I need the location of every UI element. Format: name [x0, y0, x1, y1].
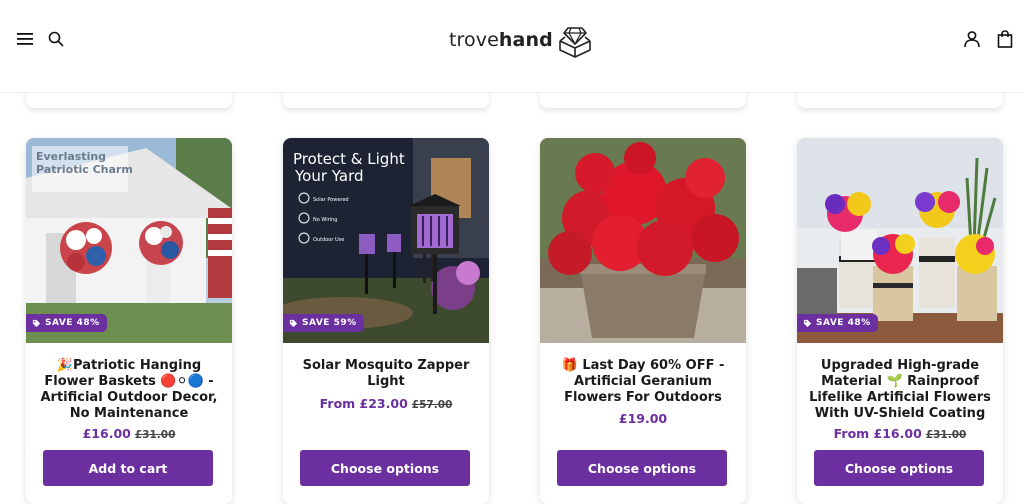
image-overlay-heading: Protect & Light — [293, 150, 405, 168]
product-price: From £16.00 £31.00 — [833, 426, 967, 441]
feature-label: Outdoor Use — [313, 237, 344, 243]
badge-label: SAVE 59% — [302, 318, 357, 328]
product-price: £19.00 — [618, 411, 668, 426]
tag-icon — [32, 319, 41, 327]
product-title[interactable]: 🎁 Last Day 60% OFF - Artificial Geranium… — [550, 358, 736, 406]
discount-badge: SAVE 59% — [283, 314, 364, 332]
image-overlay-heading: Everlasting — [36, 150, 106, 163]
menu-icon[interactable] — [14, 28, 36, 50]
product-card[interactable]: Protect & Light Your Yard Solar Powered … — [283, 138, 489, 504]
choose-options-button[interactable]: Choose options — [557, 450, 727, 486]
product-card[interactable]: Everlasting Patriotic Charm SAVE 48% 🎉Pa… — [26, 138, 232, 504]
image-overlay-heading: Patriotic Charm — [36, 163, 133, 176]
feature-label: No Wiring — [313, 217, 337, 223]
product-card[interactable]: SAVE 48% Upgraded High-grade Material 🌱 … — [797, 138, 1003, 504]
product-card[interactable]: 🎁 Last Day 60% OFF - Artificial Geranium… — [540, 138, 746, 504]
discount-badge: SAVE 48% — [26, 314, 107, 332]
site-header: trovehand — [0, 0, 1024, 93]
diamond-box-icon — [558, 27, 591, 58]
badge-label: SAVE 48% — [45, 318, 100, 328]
choose-options-button[interactable]: Choose options — [814, 450, 984, 486]
logo-text: trovehand — [449, 29, 553, 51]
badge-label: SAVE 48% — [816, 318, 871, 328]
site-logo[interactable]: trovehand — [449, 20, 593, 60]
product-title[interactable]: 🎉Patriotic Hanging Flower Baskets 🔴⚪🔵 - … — [36, 358, 222, 422]
product-image[interactable]: Protect & Light Your Yard Solar Powered … — [283, 138, 489, 343]
search-icon[interactable] — [45, 28, 67, 50]
product-title[interactable]: Solar Mosquito Zapper Light — [293, 358, 479, 390]
image-overlay-heading: Your Yard — [294, 167, 364, 185]
add-to-cart-button[interactable]: Add to cart — [43, 450, 213, 486]
choose-options-button[interactable]: Choose options — [300, 450, 470, 486]
product-price: From £23.00 £57.00 — [319, 396, 453, 411]
tag-icon — [289, 319, 298, 327]
tag-icon — [803, 319, 812, 327]
account-icon[interactable] — [961, 28, 983, 50]
discount-badge: SAVE 48% — [797, 314, 878, 332]
shopping-bag-icon[interactable] — [994, 28, 1016, 50]
product-image[interactable]: Everlasting Patriotic Charm — [26, 138, 232, 343]
feature-label: Solar Powered — [313, 197, 349, 203]
product-title[interactable]: Upgraded High-grade Material 🌱 Rainproof… — [807, 358, 993, 422]
compare-price: £31.00 — [134, 429, 176, 441]
compare-price: £31.00 — [925, 429, 967, 441]
product-image[interactable] — [797, 138, 1003, 343]
compare-price: £57.00 — [411, 399, 453, 411]
product-price: £16.00 £31.00 — [82, 426, 176, 441]
product-image[interactable] — [540, 138, 746, 343]
